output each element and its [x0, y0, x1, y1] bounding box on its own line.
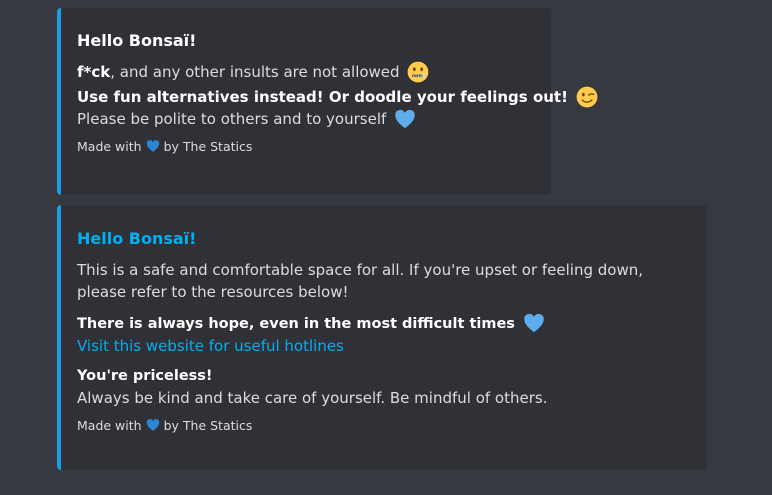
- blue-heart-icon: [524, 313, 544, 333]
- embed-card-support: Hello Bonsaï! This is a safe and comfort…: [57, 205, 707, 470]
- field-value: Always be kind and take care of yourself…: [77, 389, 548, 407]
- embed-card-rules: Hello Bonsaï! f*ck, and any other insult…: [57, 8, 598, 195]
- embed-title: Hello Bonsaï!: [77, 31, 197, 50]
- blue-heart-icon: [146, 419, 159, 431]
- field-name: There is always hope, even in the most d…: [77, 312, 691, 335]
- censored-word: f*ck: [77, 63, 111, 81]
- field-name-text: There is always hope, even in the most d…: [77, 316, 515, 332]
- blue-heart-icon: [146, 140, 159, 152]
- embed-description: This is a safe and comfortable space for…: [77, 261, 643, 301]
- footer-prefix: Made with: [77, 418, 142, 433]
- field-hope: There is always hope, even in the most d…: [77, 312, 691, 357]
- rule-line-insults: f*ck, and any other insults are not allo…: [77, 61, 535, 83]
- winking-face-icon: [576, 86, 598, 108]
- zipper-mouth-face-icon: [407, 61, 429, 83]
- embed-title-link[interactable]: Hello Bonsaï!: [77, 228, 691, 250]
- hotlines-link[interactable]: Visit this website for useful hotlines: [77, 335, 691, 357]
- footer-prefix: Made with: [77, 139, 142, 154]
- footer-suffix: by The Statics: [163, 418, 253, 433]
- field-priceless: You're priceless! Always be kind and tak…: [77, 365, 691, 409]
- embed-footer: Made with by The Statics: [77, 417, 691, 435]
- rule-text: Please be polite to others and to yourse…: [77, 110, 387, 128]
- footer-suffix: by The Statics: [163, 139, 253, 154]
- rule-text: , and any other insults are not allowed: [110, 63, 400, 81]
- rule-bold-text: Use fun alternatives instead! Or doodle …: [77, 88, 568, 106]
- rule-line-alternatives: Use fun alternatives instead! Or doodle …: [77, 86, 598, 108]
- rule-line-polite: Please be polite to others and to yourse…: [77, 108, 535, 130]
- embed-footer: Made with by The Statics: [77, 138, 535, 156]
- blue-heart-icon: [395, 109, 415, 129]
- field-name: You're priceless!: [77, 368, 213, 384]
